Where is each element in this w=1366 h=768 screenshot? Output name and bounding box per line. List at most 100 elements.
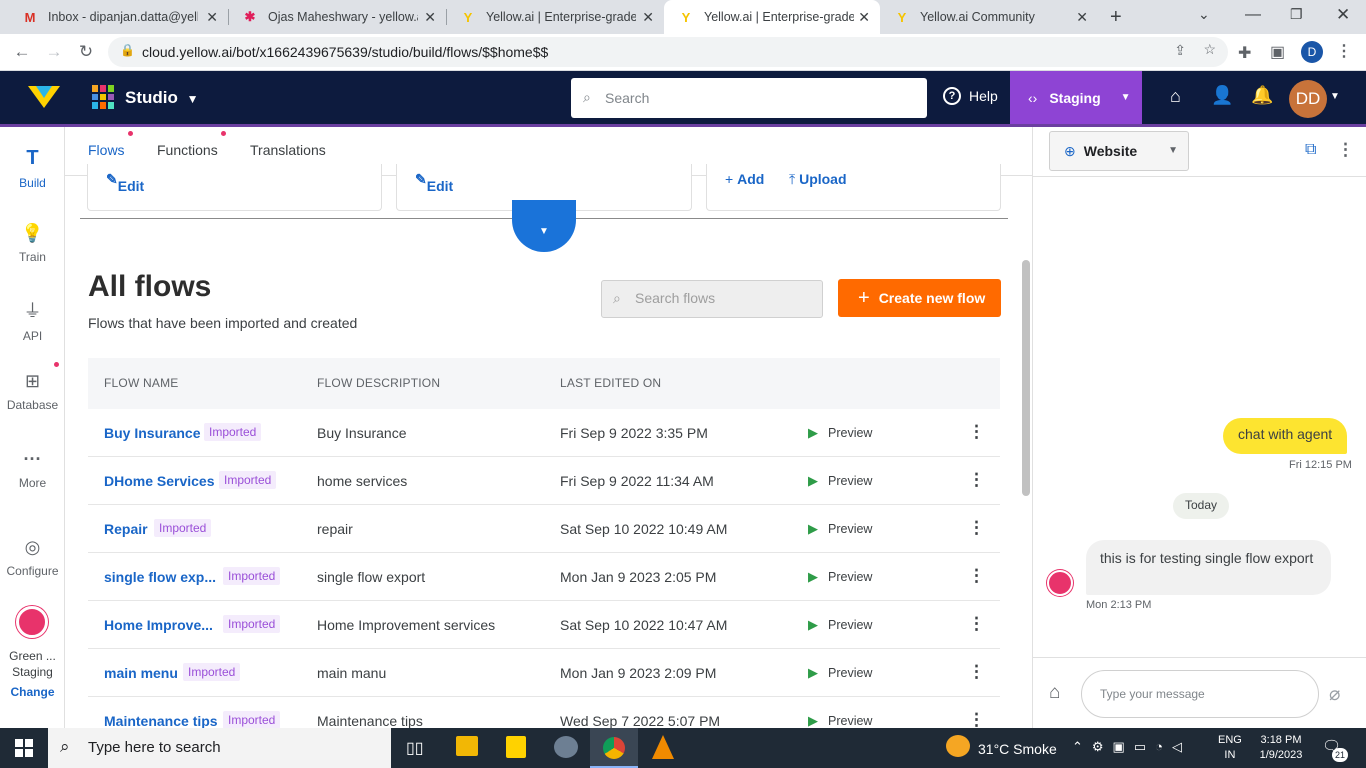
close-tab-icon[interactable]: ✕ <box>858 9 870 26</box>
attach-icon[interactable]: ⌀ <box>1329 683 1340 706</box>
apps-grid-icon[interactable] <box>92 85 116 109</box>
kebab-menu-icon[interactable]: ⋮ <box>968 518 985 538</box>
preview-button[interactable]: ▶ Preview <box>808 425 872 441</box>
rail-item-configure[interactable]: ◎ Configure <box>0 537 65 578</box>
tab-gmail[interactable]: M Inbox - dipanjan.datta@yello ✕ <box>8 0 228 34</box>
weather-text[interactable]: 31°C Smoke <box>978 741 1057 757</box>
url-bar[interactable]: 🔒 cloud.yellow.ai/bot/x1662439675639/stu… <box>108 37 1228 67</box>
kebab-menu-icon[interactable]: ⋮ <box>968 422 985 442</box>
share-icon[interactable]: ⇪ <box>1174 42 1186 59</box>
rail-item-api[interactable]: ⏚ API <box>0 297 65 343</box>
task-view-icon[interactable]: ▯▯ <box>406 738 424 758</box>
preview-button[interactable]: ▶ Preview <box>808 617 872 633</box>
table-row[interactable]: DHome Services Imported home services Fr… <box>88 457 1000 505</box>
rail-item-train[interactable]: 💡 Train <box>0 223 65 264</box>
change-bot-link[interactable]: Change <box>0 684 65 700</box>
main-scrollbar[interactable] <box>1022 260 1030 496</box>
flow-name-link[interactable]: Repair <box>104 521 148 537</box>
table-row[interactable]: Buy Insurance Imported Buy Insurance Fri… <box>88 409 1000 457</box>
tab-yellow-community[interactable]: Y Yellow.ai Community ✕ <box>880 0 1098 34</box>
tab-search-icon[interactable]: ⌄ <box>1198 6 1210 23</box>
system-tray-icons[interactable]: ⌃⚙▣▭◔◁ <box>1072 739 1191 755</box>
language-indicator[interactable]: ENG IN <box>1218 733 1242 763</box>
clock[interactable]: 3:18 PM 1/9/2023 <box>1256 733 1306 763</box>
table-row[interactable]: Repair Imported repair Sat Sep 10 2022 1… <box>88 505 1000 553</box>
close-tab-icon[interactable]: ✕ <box>1076 9 1088 26</box>
kebab-menu-icon[interactable]: ⋮ <box>968 710 985 728</box>
profile-avatar[interactable]: D <box>1301 41 1323 63</box>
table-row[interactable]: main menu Imported main manu Mon Jan 9 2… <box>88 649 1000 697</box>
bot-avatar[interactable] <box>16 606 48 638</box>
weather-icon[interactable] <box>946 735 970 757</box>
forward-icon[interactable]: → <box>42 40 66 64</box>
flow-name-link[interactable]: Maintenance tips <box>104 713 218 728</box>
channel-select[interactable]: ⊕ Website ▼ <box>1049 131 1189 171</box>
tab-flows[interactable]: Flows <box>88 142 125 158</box>
upload-link[interactable]: ⤒ Upload <box>789 171 847 188</box>
collapse-toggle-button[interactable]: ▼ <box>512 200 576 252</box>
table-row[interactable]: single flow exp... Imported single flow … <box>88 553 1000 601</box>
add-link[interactable]: + Add <box>725 171 764 187</box>
snipping-tool-icon[interactable] <box>554 736 578 758</box>
extensions-icon[interactable]: ✚ <box>1238 43 1251 63</box>
tab-functions[interactable]: Functions <box>157 142 218 158</box>
close-tab-icon[interactable]: ✕ <box>206 9 218 26</box>
flow-name-link[interactable]: Buy Insurance <box>104 425 200 441</box>
edit-link[interactable]: ✎ Edit <box>106 171 144 194</box>
table-row[interactable]: Home Improve... Imported Home Improvemen… <box>88 601 1000 649</box>
side-panel-icon[interactable]: ▣ <box>1270 42 1285 62</box>
rail-item-build[interactable]: T Build <box>0 147 65 190</box>
tab-yellow-active[interactable]: Y Yellow.ai | Enterprise-grade C ✕ <box>664 0 880 34</box>
bell-icon[interactable]: 🔔 <box>1251 85 1273 106</box>
chat-message-input[interactable]: Type your message <box>1081 670 1319 718</box>
kebab-menu-icon[interactable]: ⋮ <box>1337 140 1354 160</box>
tab-yellow-1[interactable]: Y Yellow.ai | Enterprise-grade C ✕ <box>446 0 664 34</box>
minimize-icon[interactable]: — <box>1245 6 1261 24</box>
kebab-menu-icon[interactable]: ⋮ <box>968 614 985 634</box>
flow-name-link[interactable]: DHome Services <box>104 473 215 489</box>
preview-button[interactable]: ▶ Preview <box>808 473 872 489</box>
new-tab-icon[interactable]: + <box>1110 6 1122 29</box>
chrome-menu-icon[interactable]: ⋮ <box>1336 41 1352 61</box>
tab-slack[interactable]: ✱ Ojas Maheshwary - yellow.ai ✕ <box>228 0 446 34</box>
flow-name-link[interactable]: Home Improve... <box>104 617 213 633</box>
app-switcher[interactable]: Studio ▼ <box>125 88 199 108</box>
open-external-icon[interactable]: ⧉ <box>1305 141 1316 159</box>
bookmark-star-icon[interactable]: ☆ <box>1203 41 1216 58</box>
preview-button[interactable]: ▶ Preview <box>808 665 872 681</box>
windows-start-icon[interactable] <box>15 739 33 757</box>
flow-name-link[interactable]: main menu <box>104 665 178 681</box>
table-row[interactable]: Maintenance tips Imported Maintenance ti… <box>88 697 1000 728</box>
file-explorer-icon[interactable] <box>456 736 478 756</box>
sticky-notes-icon[interactable] <box>506 736 526 758</box>
reload-icon[interactable]: ↻ <box>74 40 98 64</box>
close-window-icon[interactable]: ✕ <box>1336 5 1350 25</box>
preview-button[interactable]: ▶ Preview <box>808 713 872 728</box>
chevron-down-icon[interactable]: ▼ <box>1330 91 1340 102</box>
global-search-input[interactable]: ⌕ Search <box>571 78 927 118</box>
yellow-ai-logo-icon[interactable] <box>28 86 60 110</box>
restore-icon[interactable]: ❐ <box>1290 6 1303 23</box>
store-icon[interactable]: ⌂ <box>1170 86 1181 107</box>
flow-search-input[interactable]: ⌕ Search flows <box>601 280 823 318</box>
create-new-flow-button[interactable]: + Create new flow <box>838 279 1001 317</box>
environment-switcher[interactable]: ‹› Staging ▼ <box>1010 71 1142 124</box>
preview-button[interactable]: ▶ Preview <box>808 521 872 537</box>
kebab-menu-icon[interactable]: ⋮ <box>968 662 985 682</box>
preview-button[interactable]: ▶ Preview <box>808 569 872 585</box>
tab-translations[interactable]: Translations <box>250 142 326 158</box>
user-avatar[interactable]: DD <box>1289 80 1327 118</box>
back-icon[interactable]: ← <box>10 40 34 64</box>
help-button[interactable]: ? Help <box>943 87 998 105</box>
edit-link[interactable]: ✎ Edit <box>415 171 453 194</box>
kebab-menu-icon[interactable]: ⋮ <box>968 566 985 586</box>
add-user-icon[interactable]: 👤 <box>1211 85 1233 106</box>
vlc-icon[interactable] <box>652 735 674 759</box>
rail-item-more[interactable]: ··· More <box>0 449 65 490</box>
chrome-taskbar-item[interactable] <box>590 728 638 768</box>
flow-name-link[interactable]: single flow exp... <box>104 569 216 585</box>
close-tab-icon[interactable]: ✕ <box>642 9 654 26</box>
home-icon[interactable]: ⌂ <box>1049 682 1060 704</box>
taskbar-search-input[interactable]: ⌕ Type here to search <box>48 728 391 768</box>
close-tab-icon[interactable]: ✕ <box>424 9 436 26</box>
